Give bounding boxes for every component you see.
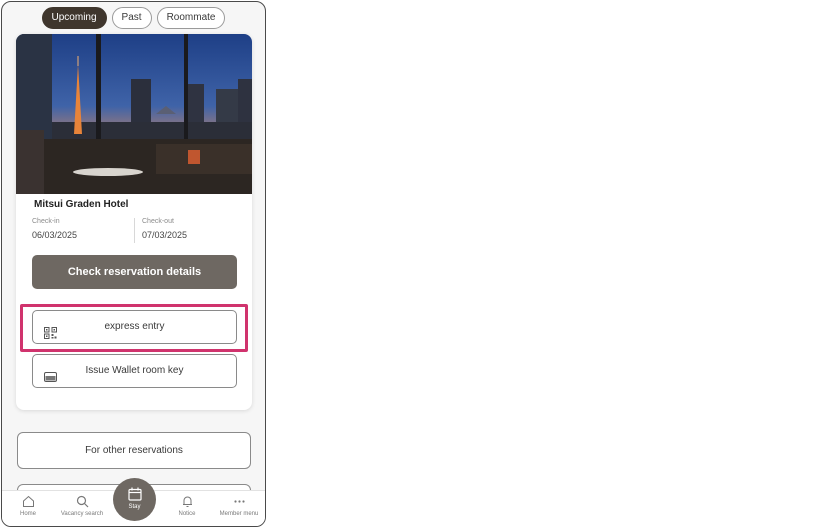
check-reservation-details-button[interactable]: Check reservation details bbox=[32, 255, 237, 289]
tab-upcoming[interactable]: Upcoming bbox=[41, 7, 107, 29]
checkin-label: Check-in bbox=[32, 218, 60, 225]
nav-member-menu-label: Member menu bbox=[219, 511, 259, 517]
bell-icon bbox=[182, 496, 192, 507]
nav-notice[interactable]: Notice bbox=[172, 495, 202, 517]
reservation-tabs: Upcoming Past Roommate bbox=[2, 7, 265, 29]
checkin-block: Check-in 06/03/2025 bbox=[32, 218, 77, 240]
qr-code-icon bbox=[44, 321, 57, 339]
checkout-label: Check-out bbox=[142, 218, 174, 225]
date-divider bbox=[134, 218, 135, 243]
search-icon bbox=[76, 495, 88, 508]
stay-dates: Check-in 06/03/2025 Check-out 07/03/2025 bbox=[32, 218, 236, 244]
calendar-icon bbox=[127, 487, 142, 501]
nav-notice-label: Notice bbox=[178, 511, 196, 517]
checkout-block: Check-out 07/03/2025 bbox=[142, 218, 187, 240]
express-entry-label: express entry bbox=[104, 321, 165, 332]
nav-home[interactable]: Home bbox=[16, 495, 40, 517]
nav-home-label: Home bbox=[19, 511, 36, 517]
checkout-date: 07/03/2025 bbox=[142, 230, 188, 240]
nav-stay-label: Stay bbox=[128, 504, 141, 510]
hotel-name: Mitsui Graden Hotel bbox=[34, 199, 129, 210]
hotel-photo bbox=[16, 34, 252, 194]
wallet-card-icon bbox=[44, 365, 57, 382]
nav-vacancy-search-label: Vacancy search bbox=[60, 511, 104, 517]
home-icon bbox=[22, 495, 34, 507]
bottom-nav: Home Vacancy search Stay Notice Member m… bbox=[2, 478, 265, 526]
checkin-date: 06/03/2025 bbox=[32, 230, 78, 240]
other-reservations-button[interactable]: For other reservations bbox=[17, 432, 251, 469]
nav-stay[interactable]: Stay bbox=[113, 478, 156, 521]
reservation-card: Mitsui Graden Hotel Check-in 06/03/2025 … bbox=[16, 34, 252, 410]
nav-vacancy-search[interactable]: Vacancy search bbox=[54, 495, 110, 517]
issue-wallet-room-key-button[interactable]: Issue Wallet room key bbox=[32, 354, 237, 388]
wallet-key-label: Issue Wallet room key bbox=[85, 365, 184, 376]
tab-past[interactable]: Past bbox=[111, 7, 152, 29]
tab-roommate[interactable]: Roommate bbox=[156, 7, 226, 29]
nav-member-menu[interactable]: Member menu bbox=[214, 495, 264, 517]
phone-screen: Upcoming Past Roommate Mitsui Graden Hot… bbox=[1, 1, 266, 527]
more-dots-icon bbox=[233, 500, 245, 503]
express-entry-button[interactable]: express entry bbox=[32, 310, 237, 344]
